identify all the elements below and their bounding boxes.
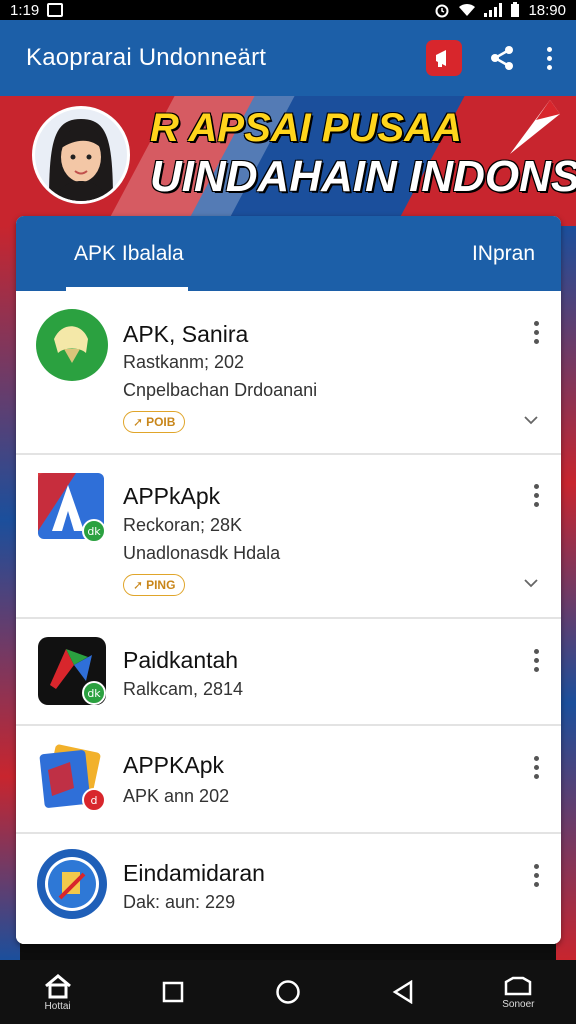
- row-menu-icon[interactable]: [534, 756, 539, 779]
- nav-home-label: Hottai: [44, 1000, 71, 1012]
- bottom-nav-bar: Hottai Sonoer: [0, 960, 576, 1024]
- app-meta: Rastkanm; 202: [123, 352, 245, 372]
- row-menu-icon[interactable]: [534, 649, 539, 672]
- row-menu-icon[interactable]: [534, 321, 539, 344]
- arrow-icon: ➚: [133, 415, 144, 429]
- signal-icon: [484, 3, 503, 17]
- folder-icon: [505, 976, 532, 995]
- back-triangle-icon: [392, 980, 413, 1004]
- app-name: Eindamidaran: [123, 860, 265, 886]
- app-icon-green: [36, 309, 108, 381]
- svg-text:d: d: [91, 794, 98, 807]
- banner-headline-2: UINDAHAIN INDONSA: [150, 152, 576, 201]
- circle-icon: [276, 980, 300, 1004]
- wifi-icon: [459, 3, 476, 17]
- banner-headline-1: R APSAI PUSAA: [150, 106, 462, 150]
- svg-text:dk: dk: [87, 687, 101, 700]
- nav-home-circle[interactable]: [253, 979, 323, 1005]
- promo-banner: R APSAI PUSAA UINDAHAIN INDONSA: [0, 96, 576, 226]
- avatar: [32, 106, 130, 204]
- list-item[interactable]: dk Paidkantah Ralkcam, 2814: [16, 619, 561, 726]
- list-item[interactable]: Eindamidaran Dak: aun: 229: [16, 834, 561, 944]
- chevron-down-icon[interactable]: [523, 575, 539, 591]
- row-menu-icon[interactable]: [534, 864, 539, 887]
- app-description: Unadlonasdk Hdala: [123, 543, 281, 563]
- tab-bar: APK Ibalala INpran: [16, 216, 561, 291]
- app-meta: Dak: aun: 229: [123, 892, 236, 912]
- square-icon: [162, 981, 184, 1003]
- app-meta: Reckoran; 28K: [123, 515, 243, 535]
- row-menu-icon[interactable]: [534, 484, 539, 507]
- svg-text:dk: dk: [87, 525, 101, 538]
- chevron-down-icon[interactable]: [523, 412, 539, 428]
- app-description: Cnpelbachan Drdoanani: [123, 380, 318, 400]
- battery-icon: [511, 2, 520, 17]
- megaphone-icon: [436, 50, 446, 67]
- pennant-icon: [510, 100, 560, 154]
- app-name: APPkApk: [123, 483, 221, 509]
- notification-icon: [47, 3, 64, 17]
- status-time-left: 1:19: [10, 1, 40, 19]
- app-meta: APK ann 202: [123, 786, 230, 806]
- nav-back[interactable]: [368, 980, 438, 1004]
- app-bar: Kaoprarai Undonneärt: [0, 20, 576, 96]
- alarm-icon: [435, 4, 449, 18]
- status-time-right: 18:90: [528, 1, 566, 19]
- home-icon: [44, 973, 71, 998]
- app-name: Paidkantah: [123, 647, 239, 673]
- tab-inpran[interactable]: INpran: [472, 242, 535, 266]
- tab-apk[interactable]: APK Ibalala: [74, 242, 184, 266]
- app-icon-dark: dk: [38, 637, 106, 705]
- list-item[interactable]: APK, Sanira Rastkanm; 202 Cnpelbachan Dr…: [16, 291, 561, 455]
- status-badge: ➚ POIB: [123, 411, 186, 433]
- list-item[interactable]: dk APPkApk Reckoran; 28K Unadlonasdk Hda…: [16, 455, 561, 619]
- app-meta: Ralkcam, 2814: [123, 679, 244, 699]
- share-icon[interactable]: [488, 44, 516, 72]
- status-badge: ➚ PING: [123, 574, 186, 596]
- app-icon-seal: [37, 849, 107, 919]
- app-name: APK, Sanira: [123, 321, 249, 347]
- app-icon-blue: dk: [38, 473, 106, 543]
- nav-recents[interactable]: [138, 981, 208, 1003]
- app-title: Kaoprarai Undonneärt: [26, 44, 267, 71]
- nav-home[interactable]: Hottai: [23, 973, 93, 1012]
- app-name: APPKApk: [123, 752, 224, 778]
- promo-button[interactable]: [426, 40, 462, 76]
- app-list-card: APK Ibalala INpran APK, Sanira Rastkanm;…: [16, 216, 561, 944]
- status-bar: 1:19 18:90: [0, 0, 576, 20]
- app-icon-cards: d: [39, 744, 106, 812]
- arrow-icon: ➚: [133, 578, 144, 592]
- nav-right-label: Sonoer: [502, 998, 535, 1010]
- list-item[interactable]: d APPKApk APK ann 202: [16, 726, 561, 834]
- nav-right[interactable]: Sonoer: [483, 975, 553, 1010]
- overflow-menu-icon[interactable]: [542, 46, 556, 70]
